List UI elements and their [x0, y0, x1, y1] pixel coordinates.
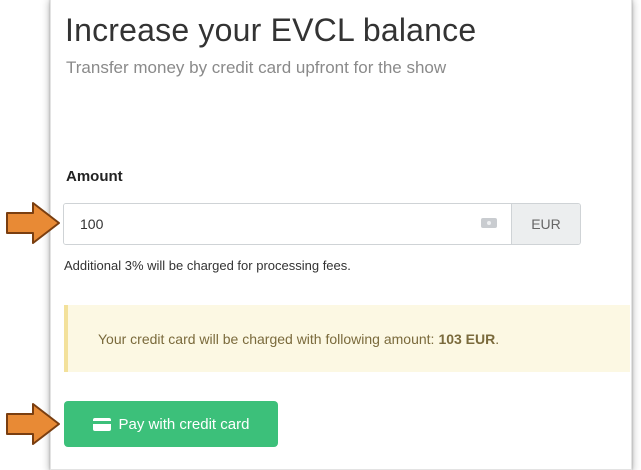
charge-amount: 103 EUR — [438, 330, 496, 347]
pay-with-credit-card-button[interactable]: Pay with credit card — [64, 401, 278, 447]
notice-suffix: . — [495, 330, 500, 347]
amount-input[interactable] — [64, 204, 481, 244]
arrow-right-icon — [6, 403, 60, 445]
page-title: Increase your EVCL balance — [65, 12, 477, 48]
amount-input-group: EUR — [63, 203, 581, 245]
notice-text: Your credit card will be charged with fo… — [98, 330, 435, 347]
pay-button-label: Pay with credit card — [118, 415, 250, 433]
amount-label: Amount — [66, 168, 123, 185]
currency-addon: EUR — [511, 204, 580, 244]
charge-notice: Your credit card will be charged with fo… — [64, 305, 630, 372]
fee-help-text: Additional 3% will be charged for proces… — [64, 258, 351, 273]
page-subtitle: Transfer money by credit card upfront fo… — [66, 58, 447, 77]
autofill-key-icon[interactable] — [481, 218, 497, 228]
credit-card-icon — [92, 417, 111, 431]
arrow-right-icon — [6, 202, 60, 244]
